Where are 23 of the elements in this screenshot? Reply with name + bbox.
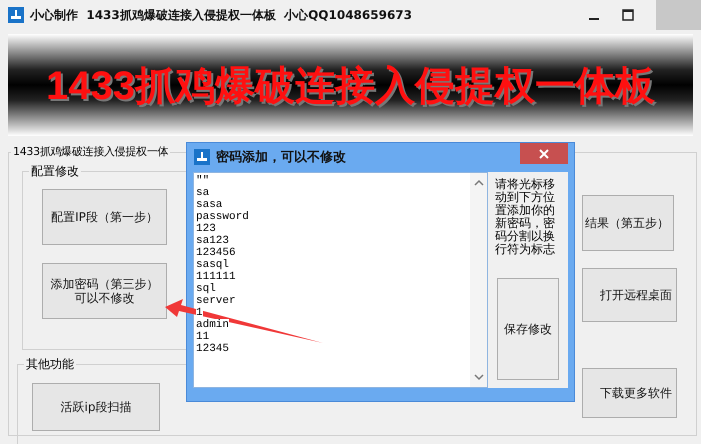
action-button[interactable]: 结果（第五步）	[582, 195, 674, 251]
scroll-down-icon[interactable]	[474, 373, 484, 381]
step-button[interactable]: 配置IP段（第一步）	[42, 189, 167, 245]
group-title: 配置修改	[29, 163, 81, 179]
scan-button[interactable]: 活跃ip段扫描	[32, 383, 160, 431]
password-textarea[interactable]: "" sa sasa password 123 sa123 123456 sasql 111111 sql server 1 admin 11 12345	[193, 172, 488, 388]
dialog-title: 密码添加，可以不修改	[216, 148, 346, 166]
maximize-icon[interactable]	[622, 9, 634, 21]
group-title: 1433抓鸡爆破连接入侵提权一体	[11, 144, 170, 160]
group-title: 其他功能	[24, 356, 76, 372]
action-button[interactable]: 打开远程桌面	[582, 268, 677, 322]
action-button[interactable]: 下载更多软件	[582, 368, 677, 418]
app-icon	[8, 7, 24, 23]
window-title: 小心制作 1433抓鸡爆破连接入侵提权一体板 小心QQ1048659673	[30, 6, 412, 24]
hint-text: 请将光标移动到下方位置添加你的新密码，密码分割以换行符为标志	[495, 178, 556, 256]
banner-title: 1433抓鸡爆破连接入侵提权一体板	[46, 62, 655, 110]
scroll-up-icon[interactable]	[474, 179, 484, 187]
step-button[interactable]: 添加密码（第三步） 可以不修改	[42, 263, 167, 319]
close-icon	[539, 148, 549, 158]
save-button[interactable]: 保存修改	[497, 278, 560, 380]
app-icon	[194, 148, 210, 164]
close-button[interactable]	[520, 143, 568, 164]
scrollbar[interactable]	[470, 173, 488, 387]
